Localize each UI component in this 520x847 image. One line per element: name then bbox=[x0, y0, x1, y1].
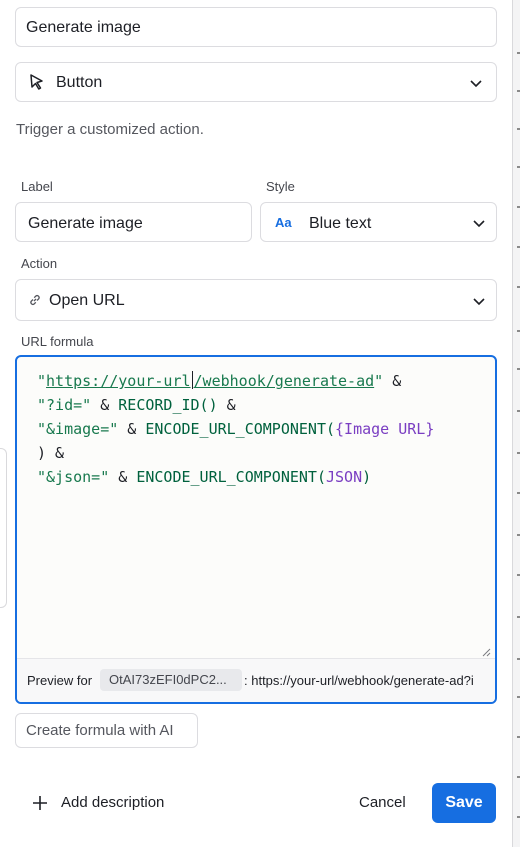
action-select[interactable]: Open URL bbox=[15, 279, 497, 321]
preview-value: : https://your-url/webhook/generate-ad?i bbox=[244, 673, 474, 688]
style-select-value: Blue text bbox=[309, 215, 372, 232]
label-field-label: Label bbox=[21, 179, 53, 194]
chevron-down-icon bbox=[471, 293, 487, 309]
create-formula-ai-label: Create formula with AI bbox=[26, 722, 174, 739]
label-input-value: Generate image bbox=[28, 215, 143, 232]
action-select-value: Open URL bbox=[49, 292, 125, 309]
save-button[interactable]: Save bbox=[432, 783, 496, 823]
action-field-label: Action bbox=[21, 256, 58, 271]
create-formula-ai-button[interactable]: Create formula with AI bbox=[15, 713, 198, 748]
chevron-down-icon bbox=[471, 215, 487, 231]
formula-code[interactable]: "https://your-url/webhook/generate-ad" &… bbox=[37, 369, 434, 489]
add-description-button[interactable]: Add description bbox=[32, 792, 172, 814]
field-name-input[interactable]: Generate image bbox=[15, 7, 497, 47]
field-name-value: Generate image bbox=[26, 19, 141, 36]
style-field-label: Style bbox=[266, 179, 295, 194]
preview-label: Preview for bbox=[27, 673, 93, 688]
link-icon bbox=[28, 293, 42, 307]
background-grid-edge bbox=[512, 0, 520, 847]
style-select[interactable]: Aa Blue text bbox=[260, 202, 497, 242]
cancel-button[interactable]: Cancel bbox=[359, 793, 406, 813]
background-panel-edge bbox=[0, 448, 7, 608]
url-formula-editor[interactable]: "https://your-url/webhook/generate-ad" &… bbox=[15, 355, 497, 704]
add-description-label: Add description bbox=[61, 794, 165, 811]
field-type-description: Trigger a customized action. bbox=[16, 121, 204, 138]
plus-icon bbox=[32, 795, 48, 811]
text-style-icon: Aa bbox=[275, 215, 292, 230]
url-formula-label: URL formula bbox=[21, 334, 94, 349]
field-config-panel: Generate image Button Trigger a customiz… bbox=[0, 0, 512, 847]
text-caret bbox=[191, 371, 193, 389]
chevron-down-icon bbox=[468, 75, 484, 91]
label-input[interactable]: Generate image bbox=[15, 202, 252, 242]
resize-handle-icon[interactable] bbox=[481, 644, 491, 657]
field-type-select[interactable]: Button bbox=[15, 62, 497, 102]
formula-preview-bar: Preview for OtAI73zEFI0dPC2... : https:/… bbox=[17, 658, 495, 702]
cursor-icon bbox=[28, 73, 46, 91]
field-type-value: Button bbox=[56, 74, 103, 91]
preview-record-select[interactable]: OtAI73zEFI0dPC2... bbox=[100, 669, 242, 691]
